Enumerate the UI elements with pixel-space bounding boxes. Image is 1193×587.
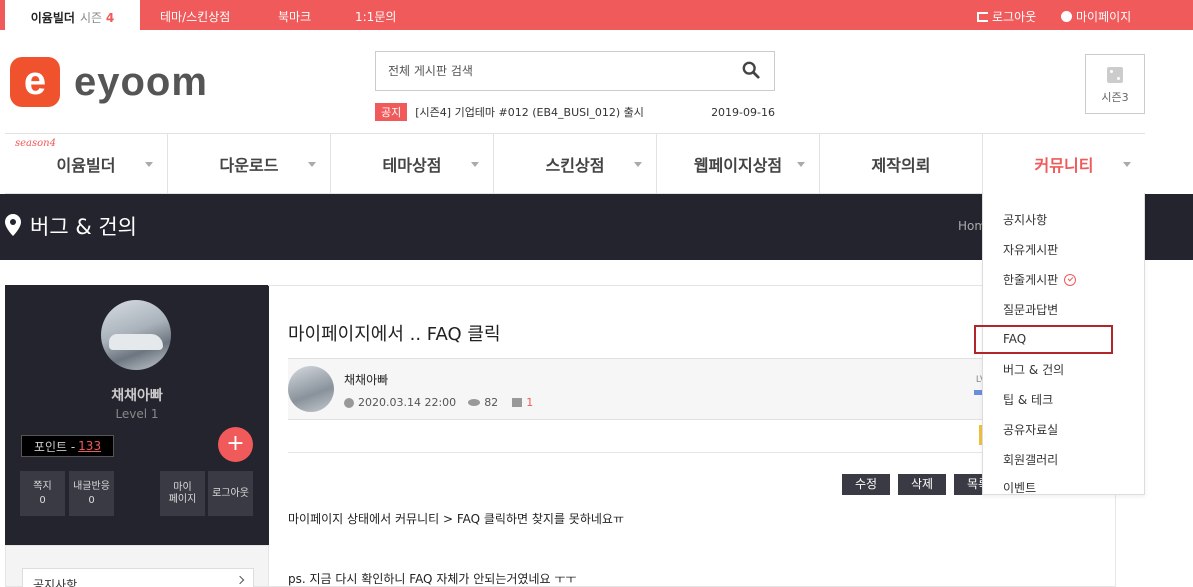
nav-label: 제작의뢰 — [871, 155, 931, 175]
edit-button[interactable]: 수정 — [842, 474, 890, 495]
member-level: Level 1 — [115, 407, 159, 421]
nav-label: 웹페이지상점 — [693, 155, 783, 175]
brand-name: 이윰빌더 — [30, 10, 75, 25]
nav-item-download[interactable]: 다운로드 — [168, 134, 331, 193]
post-info: 2020.03.14 22:00 82 1 — [344, 396, 533, 409]
logout-icon — [977, 11, 988, 22]
delete-button[interactable]: 삭제 — [898, 474, 946, 495]
top-link-theme-shop[interactable]: 테마/스킨상점 — [160, 8, 230, 25]
nav-item-builder[interactable]: 이윰빌더 — [5, 134, 168, 193]
nav-item-theme-shop[interactable]: 테마상점 — [331, 134, 494, 193]
logo-text: eyoom — [74, 59, 208, 104]
dropdown-item-bug[interactable]: 버그 & 건의 — [1003, 361, 1064, 378]
logout-button[interactable]: 로그아웃 — [208, 471, 253, 516]
dropdown-item-tip[interactable]: 팁 & 테크 — [1003, 391, 1053, 408]
dropdown-label: 한줄게시판 — [1003, 273, 1059, 287]
view-count: 82 — [484, 396, 499, 409]
season-number: 4 — [105, 10, 115, 25]
nav-label: 스킨상점 — [545, 155, 605, 175]
memo-stat[interactable]: 쪽지 0 — [20, 471, 65, 516]
notice-text[interactable]: [시즌4] 기업테마 #012 (EB4_BUSI_012) 출시 — [415, 104, 644, 120]
caret-down-icon — [634, 162, 642, 167]
top-bar: 이윰빌더 시즌 4 테마/스킨상점 북마크 1:1문의 로그아웃 마이페이지 — [0, 0, 1193, 34]
mypage-link[interactable]: 마이페이지 — [1061, 8, 1131, 25]
caret-down-icon — [145, 162, 153, 167]
caret-down-icon — [308, 162, 316, 167]
dropdown-item-gallery[interactable]: 회원갤러리 — [1003, 451, 1058, 468]
chevron-right-icon — [235, 575, 245, 585]
comment-icon — [512, 398, 523, 407]
member-sidebar: 채채아빠 Level 1 포인트 - 133 + 쪽지 0 내글반응 0 마이 … — [5, 285, 269, 545]
dropdown-item-notice[interactable]: 공지사항 — [1003, 211, 1047, 228]
sidebar-menu-notice[interactable]: 공지사항 — [22, 568, 254, 587]
search-input[interactable] — [376, 52, 716, 90]
user-icon — [1061, 11, 1072, 22]
nav-item-webpage-shop[interactable]: 웹페이지상점 — [657, 134, 820, 193]
faq-highlight-box — [974, 325, 1113, 354]
post-datetime: 2020.03.14 22:00 — [358, 396, 457, 409]
season3-button[interactable]: 시즌3 — [1085, 54, 1145, 114]
search-box — [375, 51, 775, 91]
writer-name[interactable]: 채채아빠 — [344, 371, 388, 388]
dropdown-item-free-board[interactable]: 자유게시판 — [1003, 241, 1058, 258]
dropdown-item-event[interactable]: 이벤트 — [1003, 479, 1036, 496]
nav-item-request[interactable]: 제작의뢰 — [820, 134, 983, 193]
avatar[interactable] — [101, 300, 171, 370]
logout-link[interactable]: 로그아웃 — [977, 8, 1036, 25]
mypage-label: 마이페이지 — [1076, 10, 1132, 24]
post-body-line-1: 마이페이지 상태에서 커뮤니티 > FAQ 클릭하면 찾지를 못하네요ㅠ — [288, 512, 625, 526]
nav-item-skin-shop[interactable]: 스킨상점 — [494, 134, 657, 193]
sidebar-menu-label: 공지사항 — [33, 578, 78, 587]
season-label: 시즌 4 — [80, 9, 114, 26]
stat-value: 0 — [88, 495, 95, 506]
stat-value: 0 — [39, 495, 46, 506]
main-nav: season4 이윰빌더 다운로드 테마상점 스킨상점 웹페이지상점 제작의뢰 … — [5, 133, 1145, 194]
caret-down-icon — [797, 162, 805, 167]
stat-label: 내글반응 — [73, 481, 110, 492]
page-title: 버그 & 건의 — [30, 215, 138, 239]
post-actions: 수정 삭제 목록 — [842, 474, 1002, 495]
sidebar-menu: 공지사항 — [5, 545, 269, 587]
stat-label: 쪽지 — [33, 481, 52, 492]
member-name: 채채아빠 — [111, 388, 163, 404]
notice-date: 2019-09-16 — [711, 105, 775, 119]
dropdown-item-qna[interactable]: 질문과답변 — [1003, 301, 1058, 318]
point-label: 포인트 - — [33, 439, 76, 454]
top-link-bookmark[interactable]: 북마크 — [278, 8, 311, 25]
logo-mark: e — [10, 57, 60, 107]
notice-tag: 공지 — [375, 103, 408, 121]
point-value-link[interactable]: 133 — [78, 439, 101, 453]
check-circle-icon — [1064, 273, 1077, 286]
site-logo[interactable]: e eyoom — [10, 57, 208, 107]
dropdown-item-oneline[interactable]: 한줄게시판 — [1003, 271, 1077, 288]
reaction-stat[interactable]: 내글반응 0 — [69, 471, 114, 516]
notice-ticker: 공지 [시즌4] 기업테마 #012 (EB4_BUSI_012) 출시 201… — [375, 103, 775, 121]
point-display: 포인트 - 133 — [21, 435, 114, 457]
nav-label: 이윰빌더 — [56, 155, 116, 175]
caret-down-icon — [471, 162, 479, 167]
post-body-line-2: ps. 지금 다시 확인하니 FAQ 자체가 안되는거였네요 ㅜㅜ — [288, 572, 577, 586]
writer-avatar[interactable] — [288, 366, 334, 412]
nav-item-community[interactable]: 커뮤니티 — [983, 134, 1145, 193]
caret-down-icon — [1123, 162, 1131, 167]
dice-icon — [1107, 67, 1123, 83]
brand-tab[interactable]: 이윰빌더 시즌 4 — [5, 0, 140, 34]
eye-icon — [468, 399, 481, 406]
nav-label: 커뮤니티 — [1034, 155, 1094, 175]
post-title: 마이페이지에서 .. FAQ 클릭 — [288, 324, 501, 345]
dropdown-item-shared[interactable]: 공유자료실 — [1003, 421, 1058, 438]
map-pin-icon — [5, 214, 21, 236]
search-icon[interactable] — [742, 61, 760, 79]
plus-button[interactable]: + — [218, 427, 253, 462]
season-text: 시즌 — [79, 10, 103, 25]
logout-label: 로그아웃 — [992, 10, 1037, 24]
mypage-button[interactable]: 마이 페이지 — [160, 471, 205, 516]
top-link-inquiry[interactable]: 1:1문의 — [355, 8, 396, 25]
nav-label: 테마상점 — [382, 155, 442, 175]
comment-count: 1 — [526, 396, 534, 409]
nav-label: 다운로드 — [219, 155, 279, 175]
clock-icon — [344, 397, 354, 408]
season3-label: 시즌3 — [1101, 91, 1129, 104]
